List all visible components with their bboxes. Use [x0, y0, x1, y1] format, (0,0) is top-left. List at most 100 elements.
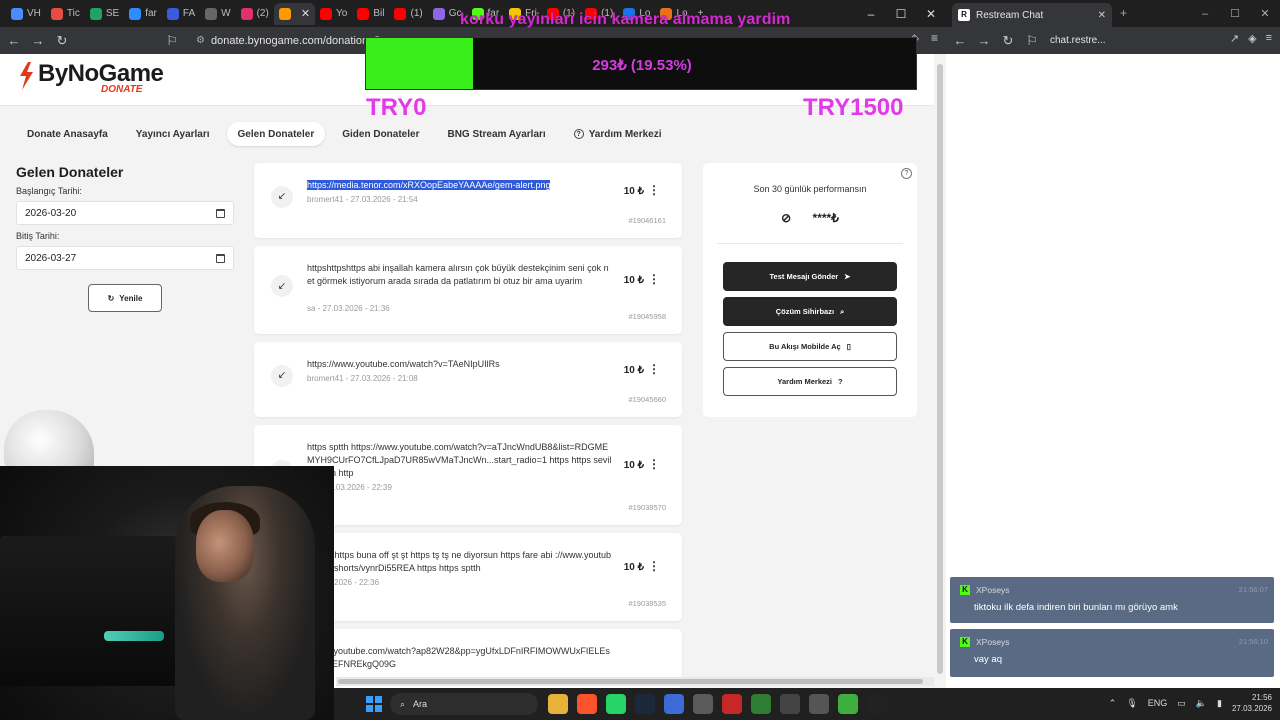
desktop: VH Tic SE far FA W (2) ✕ Yo Bil (1) Gc far Fri (1) (1) L…: [0, 0, 1280, 720]
browser-tab[interactable]: Bil: [352, 3, 389, 25]
app-icon[interactable]: [664, 694, 684, 714]
app-icon[interactable]: [838, 694, 858, 714]
windows-start-icon[interactable]: [366, 696, 382, 712]
scrollbar-thumb[interactable]: [338, 679, 923, 684]
nav-tab[interactable]: ? Yardım Merkezi: [563, 122, 673, 146]
bookmark-icon[interactable]: ⚐: [1022, 31, 1042, 51]
app-icon[interactable]: [751, 694, 771, 714]
browser-tab[interactable]: SE: [85, 3, 124, 25]
reload-icon[interactable]: ↻: [52, 31, 72, 51]
menu-icon[interactable]: ≡: [1266, 32, 1272, 45]
tab-label: (2): [256, 8, 269, 19]
end-date-field[interactable]: 2026-03-27: [16, 246, 234, 270]
tab-favicon-icon: [320, 7, 333, 20]
file-explorer-icon[interactable]: [548, 694, 568, 714]
close-tab-icon[interactable]: ✕: [1098, 10, 1106, 21]
maximize-icon[interactable]: ☐: [1220, 0, 1250, 27]
nav-tab[interactable]: Giden Donateler: [331, 122, 430, 146]
volume-icon[interactable]: 🔈: [1196, 698, 1207, 709]
restream-tab[interactable]: R Restream Chat ✕: [952, 3, 1112, 27]
browser-tab[interactable]: far: [124, 3, 162, 25]
more-options-icon[interactable]: ⋮: [648, 559, 660, 573]
nav-tab[interactable]: Gelen Donateler: [226, 122, 326, 146]
chat-text: vay aq: [974, 654, 1002, 665]
browser-tab[interactable]: (1): [389, 3, 427, 25]
calendar-icon[interactable]: [216, 253, 225, 263]
button-icon: ➤: [844, 272, 851, 281]
logo-subtitle: DONATE: [101, 84, 143, 95]
language-indicator[interactable]: ENG: [1148, 698, 1168, 708]
performance-action-button[interactable]: Çözüm Sihirbazı ⌕: [723, 297, 897, 326]
site-info-icon[interactable]: ⚙: [196, 35, 205, 46]
start-date-field[interactable]: 2026-03-20: [16, 201, 234, 225]
app-icon[interactable]: [693, 694, 713, 714]
app-icon[interactable]: [780, 694, 800, 714]
more-options-icon[interactable]: ⋮: [648, 457, 660, 471]
nav-tab-label: Donate Anasayfa: [27, 128, 108, 140]
chat-timestamp: 21:56:07: [1238, 585, 1268, 594]
browser-tab[interactable]: W: [200, 3, 235, 25]
app-icon[interactable]: [809, 694, 829, 714]
reload-icon[interactable]: ↻: [998, 31, 1018, 51]
forward-icon[interactable]: →: [974, 31, 994, 51]
bookmark-icon[interactable]: ⚐: [162, 31, 182, 51]
chevron-up-icon[interactable]: ⌃: [1109, 698, 1117, 709]
new-tab-icon[interactable]: +: [1120, 6, 1127, 20]
calendar-icon[interactable]: [216, 208, 225, 218]
maximize-icon[interactable]: ☐: [886, 0, 916, 27]
share-icon[interactable]: ↗: [1230, 32, 1239, 45]
donation-goal-bar: 293₺ (19.53%): [365, 37, 917, 90]
window-controls: – ☐ ✕: [856, 0, 946, 27]
back-icon[interactable]: ←: [950, 31, 970, 51]
restream-url[interactable]: chat.restre...: [1050, 35, 1106, 46]
more-options-icon[interactable]: ⋮: [648, 362, 660, 376]
incoming-arrow-icon: ↙: [271, 185, 293, 208]
whatsapp-icon[interactable]: [606, 694, 626, 714]
more-options-icon[interactable]: ⋮: [648, 272, 660, 286]
clock[interactable]: 21:56 27.03.2026: [1232, 692, 1272, 714]
horizontal-scrollbar[interactable]: [336, 677, 934, 686]
minimize-icon[interactable]: –: [856, 0, 886, 27]
app-icon[interactable]: [722, 694, 742, 714]
brave-icon[interactable]: [577, 694, 597, 714]
minimize-icon[interactable]: –: [1190, 0, 1220, 27]
network-icon[interactable]: ▭: [1177, 698, 1186, 709]
close-icon[interactable]: ✕: [1250, 0, 1280, 27]
vertical-scrollbar[interactable]: [934, 54, 946, 688]
donation-message-wrap: //www.youtube.com/watch?ap82W28&pp=ygUfx…: [307, 645, 613, 671]
back-icon[interactable]: ←: [4, 31, 24, 51]
performance-action-button[interactable]: Yardım Merkezi?: [723, 367, 897, 396]
logo-text: ByNoGame: [38, 60, 164, 87]
performance-action-button[interactable]: Test Mesajı Gönder ➤: [723, 262, 897, 291]
browser-tab[interactable]: ✕: [273, 2, 316, 25]
steam-icon[interactable]: [635, 694, 655, 714]
menu-icon[interactable]: ≡: [931, 31, 938, 45]
more-options-icon[interactable]: ⋮: [648, 183, 660, 197]
nav-tab[interactable]: BNG Stream Ayarları: [436, 122, 556, 146]
button-icon: ⌕: [840, 306, 845, 316]
extension-icon[interactable]: ◈: [1248, 32, 1256, 45]
forward-icon[interactable]: →: [28, 31, 48, 51]
browser-tab[interactable]: (2): [236, 3, 274, 25]
microphone-icon[interactable]: 🎙: [1126, 698, 1137, 709]
refresh-button[interactable]: ↻ Yenile: [88, 284, 162, 312]
taskbar-search[interactable]: ⌕ Ara: [390, 693, 538, 715]
nav-tab[interactable]: Donate Anasayfa: [16, 122, 119, 146]
nav-tab[interactable]: Yayıncı Ayarları: [125, 122, 221, 146]
battery-icon[interactable]: ▮: [1217, 698, 1222, 709]
tab-favicon-icon: [129, 7, 142, 20]
nav-tab-label: Yardım Merkezi: [588, 128, 662, 140]
eye-slash-icon[interactable]: ⊘: [781, 211, 791, 225]
scrollbar-thumb[interactable]: [937, 64, 943, 674]
browser-tab[interactable]: FA: [162, 3, 200, 25]
browser-tab[interactable]: Tic: [46, 3, 85, 25]
close-icon[interactable]: ✕: [916, 0, 946, 27]
browser-tab[interactable]: VH: [6, 3, 46, 25]
help-icon: ?: [573, 129, 584, 139]
app-icon[interactable]: [867, 694, 887, 714]
nav-tab-label: Gelen Donateler: [237, 128, 315, 140]
browser-tab[interactable]: Yo: [315, 3, 352, 25]
help-icon[interactable]: ?: [901, 168, 912, 179]
performance-action-button[interactable]: Bu Akışı Mobilde Aç ▯: [723, 332, 897, 361]
close-tab-icon[interactable]: ✕: [301, 7, 310, 20]
